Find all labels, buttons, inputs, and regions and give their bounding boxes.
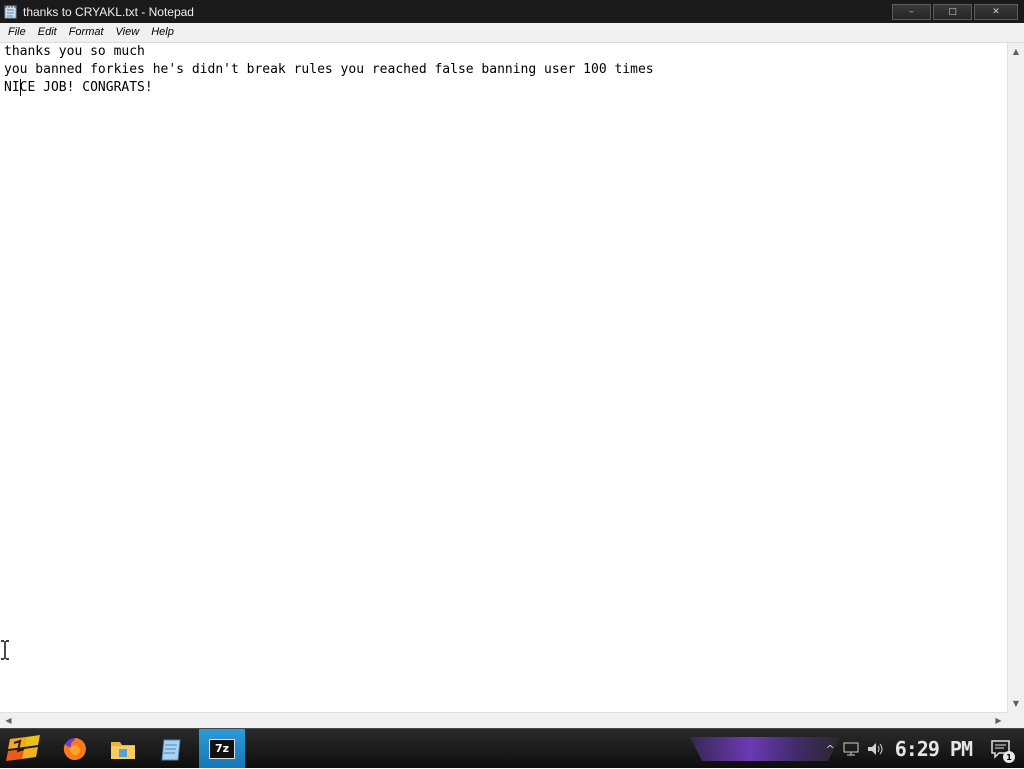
close-icon: ✕ bbox=[992, 7, 1000, 17]
title-bar[interactable]: thanks to CRYAKL.txt - Notepad – □ ✕ bbox=[0, 0, 1024, 23]
notepad-taskbar-button[interactable] bbox=[155, 734, 187, 764]
show-hidden-icons-chevron-icon[interactable]: ^ bbox=[825, 743, 834, 756]
system-tray: ^ 6:29 PM 1 bbox=[825, 729, 1024, 769]
taskbar: 7z ^ 6:29 PM 1 bbox=[0, 728, 1024, 768]
volume-icon[interactable] bbox=[867, 742, 885, 756]
text-line: you banned forkies he's didn't break rul… bbox=[4, 62, 654, 77]
action-center-button[interactable]: 1 bbox=[990, 738, 1015, 763]
close-button[interactable]: ✕ bbox=[974, 4, 1018, 20]
network-icon[interactable] bbox=[843, 742, 859, 756]
maximize-icon: □ bbox=[948, 7, 957, 17]
text-line: NICE JOB! CONGRATS! bbox=[4, 80, 153, 95]
text-editor[interactable]: thanks you so much you banned forkies he… bbox=[0, 43, 1007, 712]
ibeam-cursor-icon bbox=[1, 640, 9, 660]
menu-format[interactable]: Format bbox=[63, 23, 110, 42]
maximize-button[interactable]: □ bbox=[933, 4, 972, 20]
notepad-icon bbox=[4, 4, 18, 19]
7zip-button[interactable]: 7z bbox=[199, 729, 245, 768]
file-explorer-button[interactable] bbox=[107, 734, 139, 764]
taskbar-decoration bbox=[690, 737, 840, 761]
folder-icon bbox=[111, 742, 135, 759]
7zip-icon: 7z bbox=[209, 738, 235, 759]
scroll-up-arrow-icon[interactable]: ▲ bbox=[1008, 43, 1024, 60]
menu-help[interactable]: Help bbox=[145, 23, 180, 42]
text-line: thanks you so much bbox=[4, 44, 145, 59]
minimize-icon: – bbox=[909, 7, 914, 17]
start-button[interactable] bbox=[6, 733, 42, 765]
minimize-button[interactable]: – bbox=[892, 4, 931, 20]
menu-edit[interactable]: Edit bbox=[32, 23, 63, 42]
vertical-scrollbar[interactable]: ▲ ▼ bbox=[1007, 43, 1024, 712]
notepad-icon bbox=[161, 739, 181, 761]
clock[interactable]: 6:29 PM bbox=[895, 737, 973, 761]
menu-bar: File Edit Format View Help bbox=[0, 23, 1024, 43]
scroll-left-arrow-icon[interactable]: ◀ bbox=[0, 713, 17, 728]
notification-count-badge: 1 bbox=[1003, 751, 1015, 763]
text-caret bbox=[20, 79, 21, 96]
menu-view[interactable]: View bbox=[110, 23, 146, 42]
window-title: thanks to CRYAKL.txt - Notepad bbox=[23, 4, 194, 19]
scroll-right-arrow-icon[interactable]: ▶ bbox=[990, 713, 1007, 728]
scroll-down-arrow-icon[interactable]: ▼ bbox=[1008, 695, 1024, 712]
menu-file[interactable]: File bbox=[0, 23, 32, 42]
scrollbar-corner bbox=[1007, 712, 1024, 728]
firefox-icon bbox=[63, 738, 86, 760]
firefox-button[interactable] bbox=[59, 734, 91, 764]
start-icon bbox=[6, 735, 40, 761]
horizontal-scrollbar[interactable]: ◀ ▶ bbox=[0, 712, 1007, 728]
